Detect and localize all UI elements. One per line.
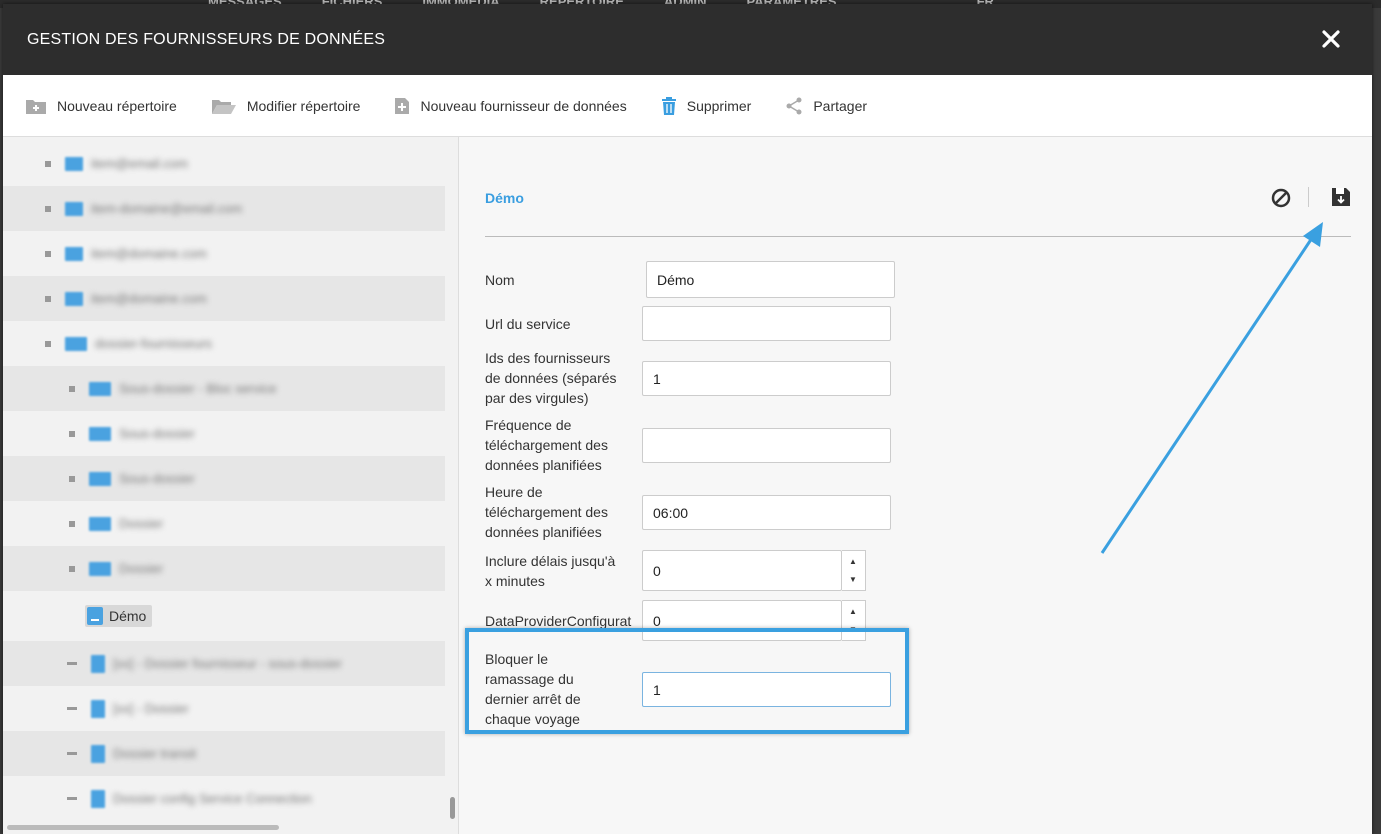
horizontal-scrollbar[interactable] [7, 825, 279, 830]
share-label: Partager [813, 97, 868, 114]
expand-icon[interactable] [67, 662, 77, 665]
new-folder-button[interactable]: Nouveau répertoire [25, 97, 177, 115]
dialog-title: GESTION DES FOURNISSEURS DE DONNÉES [27, 31, 386, 48]
expand-icon[interactable] [69, 475, 75, 482]
service-url-input[interactable] [642, 306, 891, 341]
edit-folder-label: Modifier répertoire [246, 97, 361, 114]
close-icon[interactable] [1320, 28, 1342, 50]
new-provider-button[interactable]: Nouveau fournisseur de données [394, 97, 627, 115]
folder-icon [91, 789, 105, 808]
tree-item[interactable]: Sous-dossier [3, 456, 445, 501]
vertical-scrollbar[interactable] [450, 797, 455, 819]
folder-icon [65, 291, 83, 306]
tree-item[interactable]: Sous-dossier - Bloc service [3, 366, 445, 411]
expand-icon[interactable] [45, 295, 51, 302]
folder-icon [89, 381, 111, 396]
expand-icon[interactable] [67, 752, 77, 755]
delete-label: Supprimer [686, 97, 752, 114]
expand-icon[interactable] [69, 520, 75, 527]
tree-item[interactable]: Dossier [3, 501, 445, 546]
tree-item-selected[interactable]: Démo [85, 605, 153, 627]
tree-row-spacer [3, 591, 445, 636]
file-add-icon [395, 97, 410, 114]
folder-icon [89, 561, 111, 576]
spin-down-icon[interactable]: ▼ [849, 575, 857, 584]
include-delays-input[interactable]: 0 [642, 550, 842, 591]
tree-item[interactable]: [xx] - Dossier [3, 686, 445, 731]
highlight-annotation [465, 628, 909, 734]
download-time-label: Heure de téléchargement des données plan… [485, 484, 608, 540]
expand-icon[interactable] [69, 565, 75, 572]
provider-ids-input[interactable]: 1 [642, 361, 891, 396]
data-provider-icon [87, 607, 103, 625]
expand-icon[interactable] [67, 797, 77, 800]
tree-item[interactable]: Dossier [3, 546, 445, 591]
tree-item-label: Démo [109, 608, 147, 624]
download-frequency-input[interactable] [642, 428, 891, 463]
form-divider [485, 236, 1351, 237]
collapse-icon[interactable] [45, 340, 51, 347]
cancel-icon[interactable] [1271, 188, 1291, 213]
tree-item[interactable]: item-domaine@email.com [3, 186, 445, 231]
tree-item[interactable]: dossier-fournisseurs [3, 321, 445, 366]
tree-item[interactable]: item@domaine.com [3, 231, 445, 276]
expand-icon[interactable] [45, 160, 51, 167]
name-input[interactable]: Démo [646, 261, 895, 298]
delete-button[interactable]: Supprimer [661, 96, 752, 116]
tree-item[interactable]: Dossier config Service Connection [3, 776, 445, 821]
action-separator [1308, 187, 1309, 207]
folder-icon [91, 699, 105, 718]
folder-icon [89, 516, 111, 531]
folder-icon [89, 426, 111, 441]
folder-icon [65, 246, 83, 261]
include-delays-stepper[interactable]: ▲ ▼ [842, 550, 866, 591]
provider-ids-label: Ids des fournisseurs de données (séparés… [485, 350, 617, 406]
share-icon [786, 97, 802, 114]
new-folder-label: Nouveau répertoire [57, 97, 177, 114]
tree-item[interactable]: Dossier transit [3, 731, 445, 776]
expand-icon[interactable] [45, 205, 51, 212]
folder-icon [65, 156, 83, 171]
tree-item[interactable]: Sous-dossier [3, 411, 445, 456]
folder-icon [91, 744, 105, 763]
new-provider-label: Nouveau fournisseur de données [420, 97, 627, 114]
expand-icon[interactable] [45, 250, 51, 257]
dialog-header: GESTION DES FOURNISSEURS DE DONNÉES [3, 4, 1372, 75]
name-label: Nom [485, 272, 515, 288]
tree-item[interactable]: item@domaine.com [3, 276, 445, 321]
spin-up-icon[interactable]: ▲ [849, 607, 857, 616]
folder-icon [91, 654, 105, 673]
toolbar: Nouveau répertoire Modifier répertoire N… [3, 75, 1372, 137]
folder-icon [65, 336, 87, 351]
download-frequency-label: Fréquence de téléchargement des données … [485, 417, 608, 473]
expand-icon[interactable] [69, 430, 75, 437]
expand-icon[interactable] [69, 385, 75, 392]
spin-up-icon[interactable]: ▲ [849, 557, 857, 566]
download-time-input[interactable]: 06:00 [642, 495, 891, 530]
edit-folder-button[interactable]: Modifier répertoire [211, 97, 361, 115]
expand-icon[interactable] [67, 707, 77, 710]
include-delays-label: Inclure délais jusqu'à x minutes [485, 553, 616, 589]
folder-icon [65, 201, 83, 216]
tree-item[interactable]: item@email.com [3, 141, 445, 186]
trash-icon [661, 96, 676, 115]
save-icon[interactable] [1331, 187, 1351, 212]
provider-tree[interactable]: item@email.com item-domaine@email.com it… [3, 137, 459, 834]
share-button[interactable]: Partager [785, 97, 867, 115]
folder-add-icon [26, 99, 46, 114]
folder-open-icon [211, 99, 236, 114]
service-url-label: Url du service [485, 316, 571, 332]
tree-item[interactable]: [xx] - Dossier fournisseur - sous-dossie… [3, 641, 445, 686]
form-title: Démo [485, 190, 524, 206]
folder-icon [89, 471, 111, 486]
